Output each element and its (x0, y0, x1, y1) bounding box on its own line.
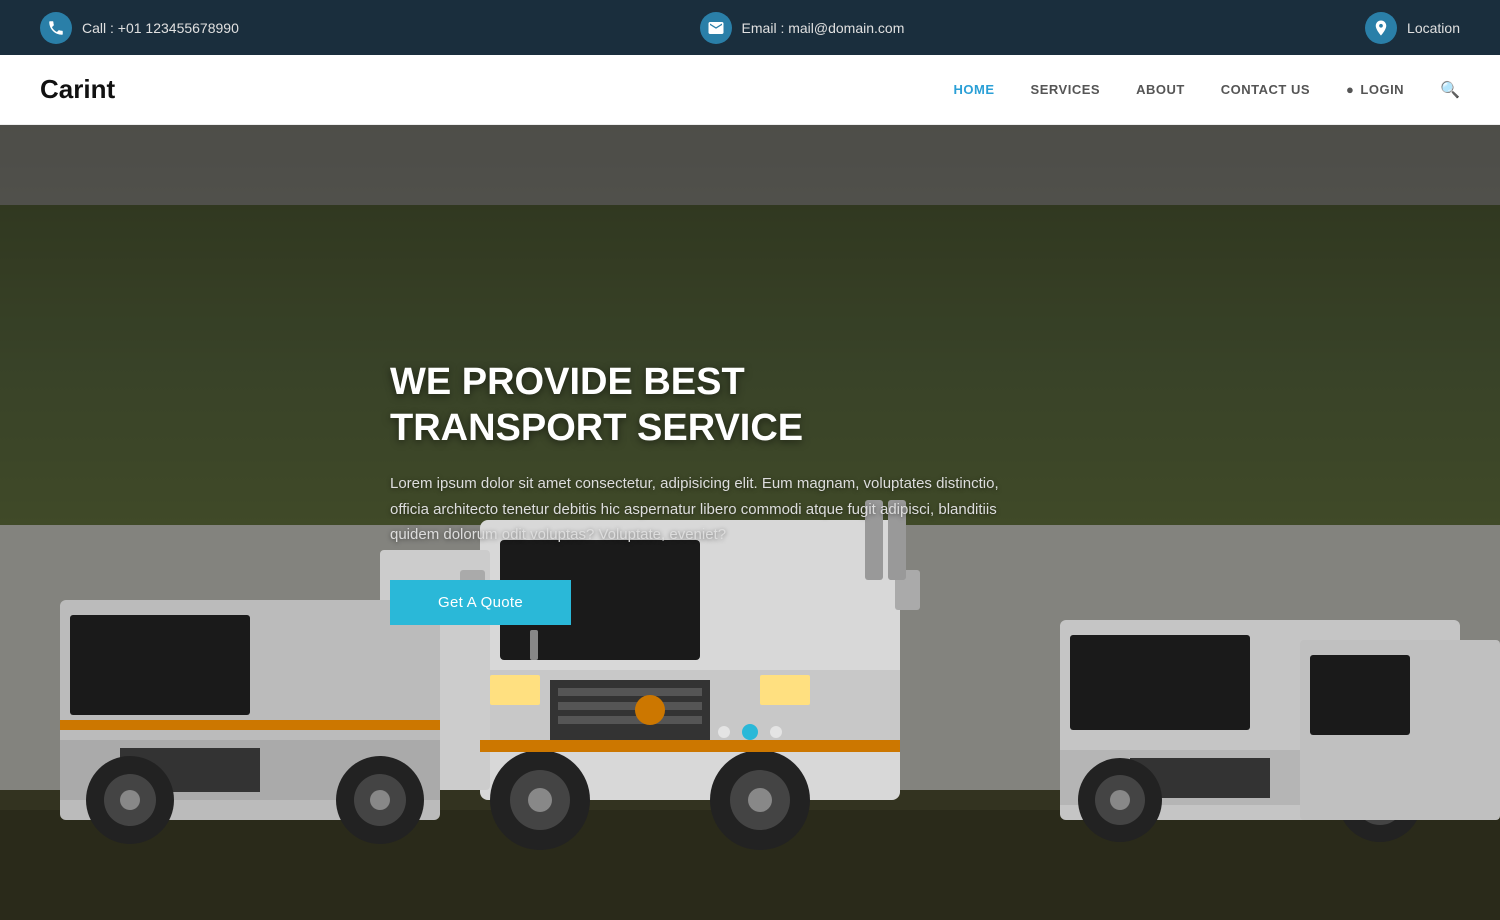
nav-item-home[interactable]: HOME (954, 81, 995, 99)
nav-item-contact[interactable]: CONTACT US (1221, 81, 1310, 99)
email-contact: Email : mail@domain.com (700, 12, 905, 44)
nav-item-services[interactable]: SERVICES (1031, 81, 1101, 99)
phone-label: Call : +01 123455678990 (82, 20, 239, 36)
top-bar: Call : +01 123455678990 Email : mail@dom… (0, 0, 1500, 55)
search-icon[interactable]: 🔍 (1440, 82, 1460, 99)
location-label: Location (1407, 20, 1460, 36)
nav-link-about[interactable]: ABOUT (1136, 82, 1185, 97)
nav-link-login[interactable]: ● LOGIN (1346, 82, 1404, 97)
location-icon (1372, 19, 1390, 37)
nav-link-home[interactable]: HOME (954, 82, 995, 97)
nav-item-about[interactable]: ABOUT (1136, 81, 1185, 99)
phone-contact: Call : +01 123455678990 (40, 12, 239, 44)
nav-link-contact[interactable]: CONTACT US (1221, 82, 1310, 97)
hero-description: Lorem ipsum dolor sit amet consectetur, … (390, 471, 1010, 548)
carousel-dot-1[interactable] (718, 726, 730, 738)
email-label: Email : mail@domain.com (742, 20, 905, 36)
nav-item-login[interactable]: ● LOGIN (1346, 82, 1404, 97)
location-icon-wrapper (1365, 12, 1397, 44)
carousel-dot-2[interactable] (742, 724, 758, 740)
carousel-dots (718, 724, 782, 740)
carousel-dot-3[interactable] (770, 726, 782, 738)
hero-content: WE PROVIDE BEST TRANSPORT SERVICE Lorem … (390, 360, 1010, 625)
location-contact: Location (1365, 12, 1460, 44)
get-quote-button[interactable]: Get A Quote (390, 580, 571, 625)
hero-title: WE PROVIDE BEST TRANSPORT SERVICE (390, 360, 1010, 451)
phone-icon-wrapper (40, 12, 72, 44)
user-icon: ● (1346, 82, 1354, 97)
email-icon (707, 19, 725, 37)
brand-logo[interactable]: Carint (40, 74, 115, 105)
hero-section: WE PROVIDE BEST TRANSPORT SERVICE Lorem … (0, 125, 1500, 920)
nav-item-search[interactable]: 🔍 (1440, 80, 1460, 100)
navbar: Carint HOME SERVICES ABOUT CONTACT US ● … (0, 55, 1500, 125)
phone-icon (47, 19, 65, 37)
email-icon-wrapper (700, 12, 732, 44)
nav-link-services[interactable]: SERVICES (1031, 82, 1101, 97)
nav-links: HOME SERVICES ABOUT CONTACT US ● LOGIN 🔍 (954, 80, 1460, 100)
